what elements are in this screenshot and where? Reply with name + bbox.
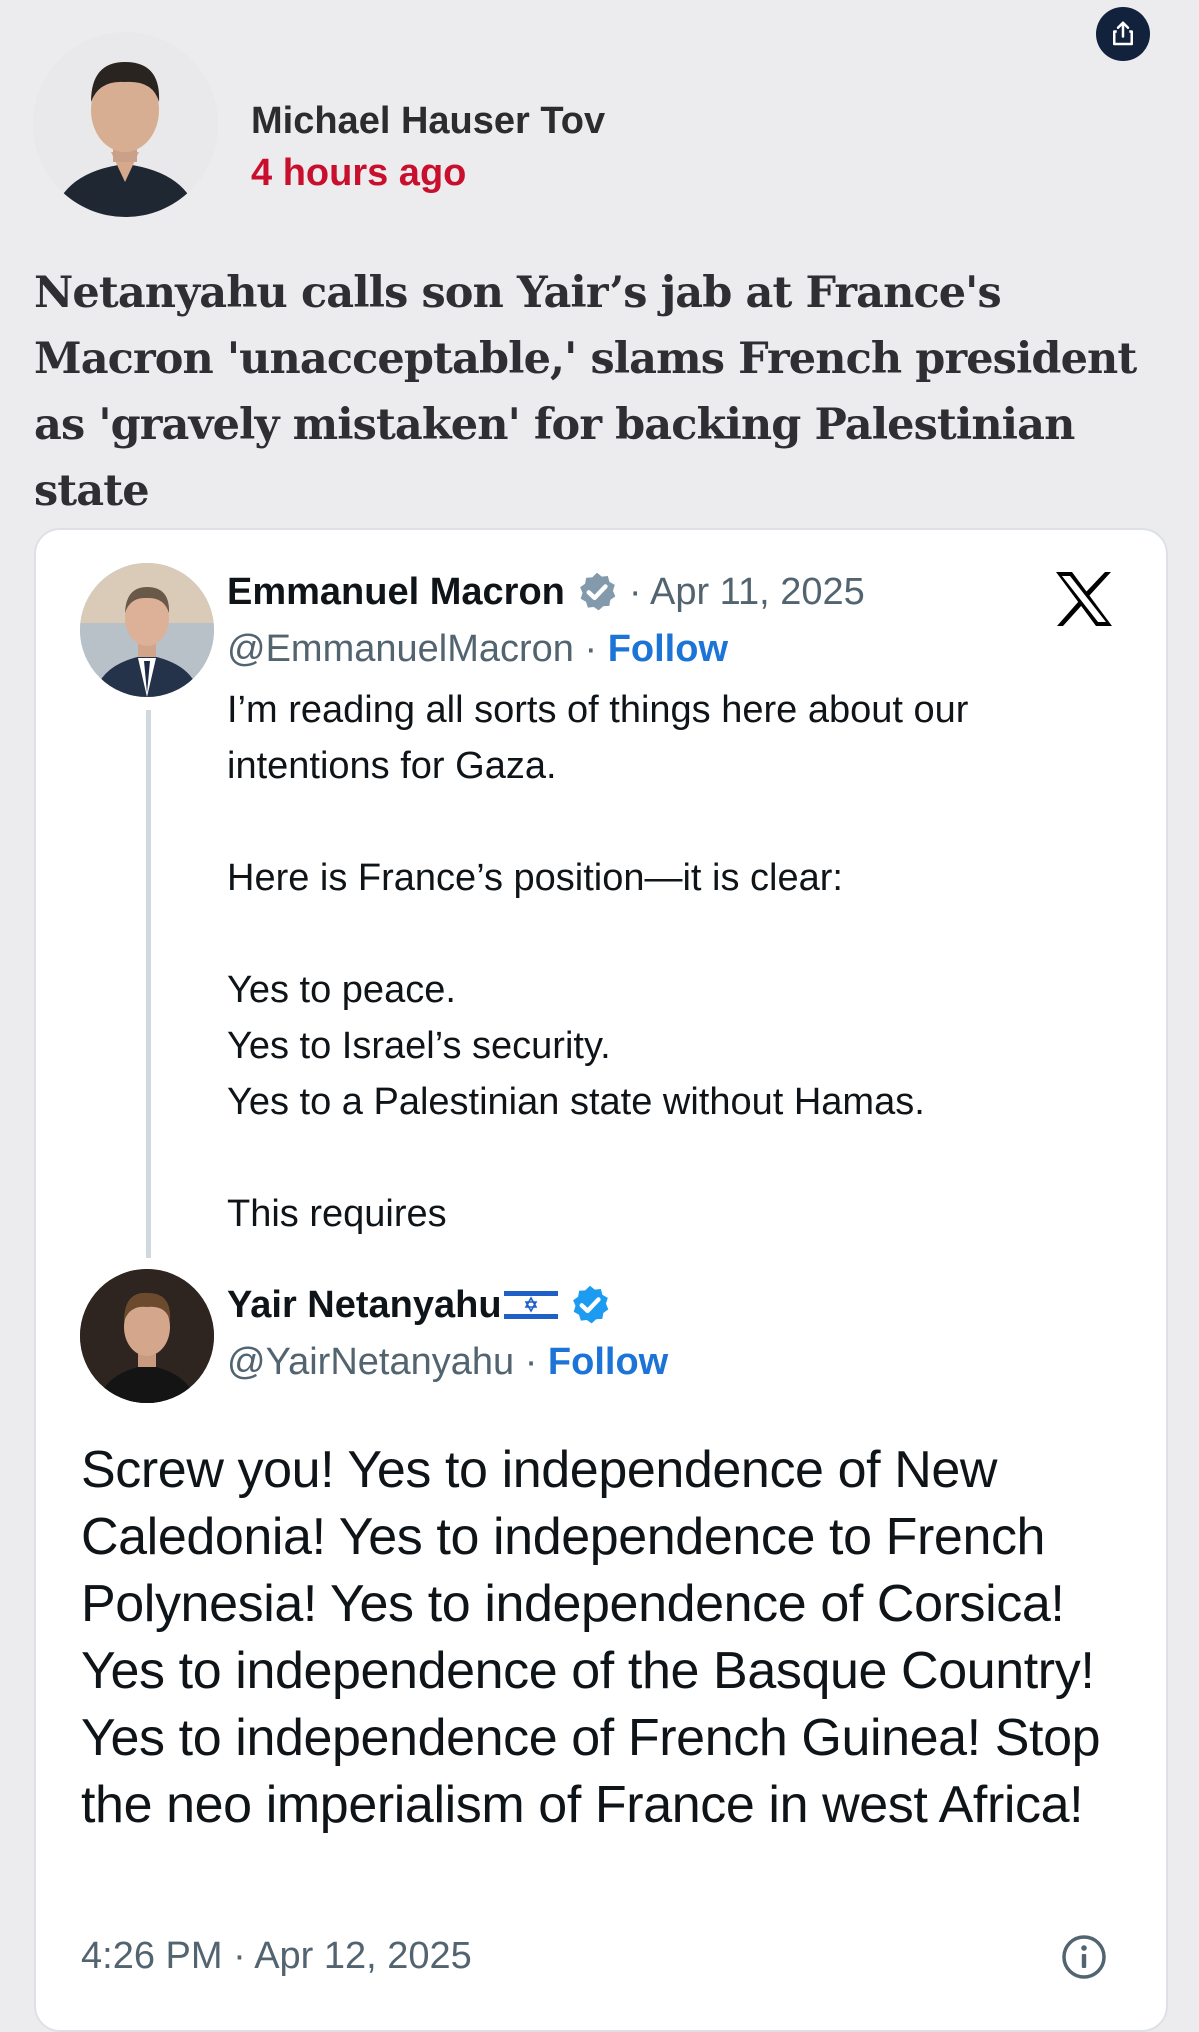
yair-handle-row: @YairNetanyahu · Follow — [227, 1341, 668, 1384]
tweet-timestamp[interactable]: 4:26 PM · Apr 12, 2025 — [81, 1935, 472, 1978]
author-avatar[interactable] — [33, 32, 218, 217]
verified-badge-icon — [580, 572, 616, 611]
yair-display-name[interactable]: Yair Netanyahu — [227, 1283, 612, 1327]
macron-name-text: Emmanuel Macron — [227, 570, 565, 613]
verified-badge-icon — [572, 1285, 608, 1324]
x-logo-icon[interactable] — [1053, 570, 1115, 628]
share-icon — [1113, 21, 1133, 46]
macron-avatar[interactable] — [80, 563, 214, 697]
macron-tweet-text: I’m reading all sorts of things here abo… — [227, 682, 1127, 1242]
macron-handle-row: @EmmanuelMacron · Follow — [227, 628, 728, 671]
publish-time: 4 hours ago — [251, 152, 467, 194]
follow-yair-button[interactable]: Follow — [548, 1341, 668, 1383]
share-button[interactable] — [1096, 7, 1150, 61]
info-icon[interactable] — [1060, 1933, 1108, 1981]
yair-tweet-text: Screw you! Yes to independence of New Ca… — [81, 1441, 1101, 1834]
tweet-line: Yes to Israel’s security. — [227, 1025, 611, 1067]
israel-flag-icon — [503, 1285, 558, 1325]
tweet-line: Yes to a Palestinian state without Hamas… — [227, 1081, 925, 1123]
thread-connector-line — [146, 710, 151, 1258]
tweet-line: Yes to peace. — [227, 969, 456, 1011]
article-headline: Netanyahu calls son Yair’s jab at France… — [34, 268, 1137, 516]
follow-macron-button[interactable]: Follow — [608, 628, 728, 670]
macron-display-name[interactable]: Emmanuel Macron · Apr 11, 2025 — [227, 570, 865, 614]
handle-separator: · — [514, 1341, 548, 1383]
macron-handle[interactable]: @EmmanuelMacron — [227, 628, 574, 670]
yair-avatar[interactable] — [80, 1269, 214, 1403]
handle-separator: · — [573, 628, 608, 670]
tweet-line: I’m reading all sorts of things here abo… — [227, 689, 969, 787]
yair-name-text: Yair Netanyahu — [227, 1283, 502, 1326]
macron-tweet-date[interactable]: · Apr 11, 2025 — [629, 571, 865, 614]
yair-handle[interactable]: @YairNetanyahu — [227, 1341, 514, 1383]
tweet-line: This requires — [227, 1193, 447, 1235]
author-name[interactable]: Michael Hauser Tov — [251, 100, 605, 143]
tweet-line: Here is France’s position—it is clear: — [227, 857, 843, 899]
